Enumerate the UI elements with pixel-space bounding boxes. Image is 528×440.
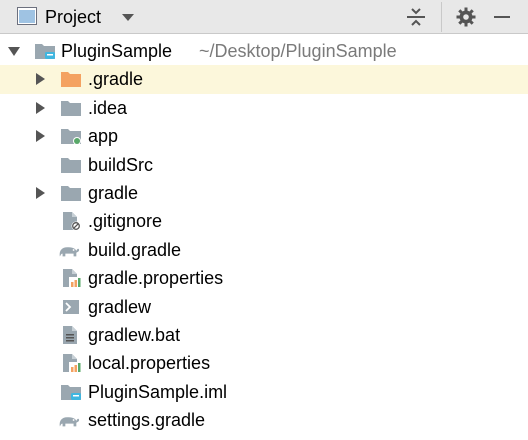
tree-item-label: app (88, 126, 119, 147)
gradle-elephant-icon (59, 247, 80, 257)
tree-item-app[interactable]: app (0, 122, 528, 150)
tree-item-label: gradlew (88, 296, 152, 317)
tree-item-label: gradlew.bat (88, 325, 181, 345)
tree-item-gradlew[interactable]: gradlew (0, 293, 528, 321)
tree-item-gradle-folder[interactable]: gradle (0, 179, 528, 207)
collapsed-arrow-icon[interactable] (34, 187, 46, 199)
tree-item-gradle-properties[interactable]: gradle.properties (0, 264, 528, 292)
folder-orange-icon (61, 72, 81, 88)
tree-item-label: .gradle (88, 69, 144, 90)
gradle-elephant-icon (59, 417, 80, 427)
iml-module-icon (61, 384, 81, 400)
tree-item-idea[interactable]: .idea (0, 94, 528, 122)
tree-item-gradlew-bat[interactable]: gradlew.bat (0, 321, 528, 349)
tree-item-iml[interactable]: PluginSample.iml (0, 378, 528, 406)
module-folder-icon (61, 129, 81, 146)
tree-item-label: PluginSample.iml (88, 381, 228, 402)
tree-item-local-properties[interactable]: local.properties (0, 349, 528, 377)
tree-item-gradle-dir[interactable]: .gradle (0, 65, 528, 94)
collapse-all-icon[interactable] (405, 6, 427, 28)
hide-icon[interactable] (491, 6, 513, 28)
tree-item-label: .gitignore (88, 211, 163, 232)
project-tree: PluginSample ~/Desktop/PluginSample .gra… (0, 37, 528, 440)
project-toolbar: Project (0, 0, 528, 34)
collapsed-arrow-icon[interactable] (34, 73, 46, 86)
tree-item-label: gradle.properties (88, 268, 224, 289)
collapsed-arrow-icon[interactable] (34, 130, 46, 143)
tree-item-buildsrc[interactable]: buildSrc (0, 151, 528, 179)
collapsed-arrow-icon[interactable] (34, 101, 46, 114)
tree-item-label: settings.gradle (88, 410, 206, 431)
tree-item-label: local.properties (88, 353, 211, 374)
tree-item-label: buildSrc (88, 154, 154, 175)
tree-item-label: build.gradle (88, 239, 182, 260)
text-file-icon (63, 326, 77, 344)
expanded-arrow-icon[interactable] (8, 45, 20, 57)
toolbar-separator (441, 2, 442, 32)
properties-file-icon (63, 354, 82, 374)
tree-item-build-gradle[interactable]: build.gradle (0, 236, 528, 264)
module-folder-icon (35, 44, 55, 59)
folder-icon (61, 157, 81, 173)
tree-root-row[interactable]: PluginSample ~/Desktop/PluginSample (0, 37, 528, 65)
tree-item-gitignore[interactable]: .gitignore (0, 207, 528, 235)
shell-script-icon (63, 299, 79, 314)
project-view-icon[interactable] (17, 7, 37, 25)
tree-item-label: gradle (88, 183, 139, 203)
project-view-title[interactable]: Project (45, 6, 101, 28)
properties-file-icon (63, 269, 82, 289)
gitignore-file-icon (63, 212, 81, 231)
root-path: ~/Desktop/PluginSample (199, 41, 397, 61)
tree-item-settings-gradle[interactable]: settings.gradle (0, 406, 528, 434)
caret-down-icon[interactable] (121, 13, 135, 22)
root-name: PluginSample (61, 41, 173, 61)
tree-item-label: .idea (88, 97, 128, 118)
folder-icon (61, 100, 81, 116)
folder-icon (61, 186, 81, 201)
gear-icon[interactable] (455, 6, 477, 28)
